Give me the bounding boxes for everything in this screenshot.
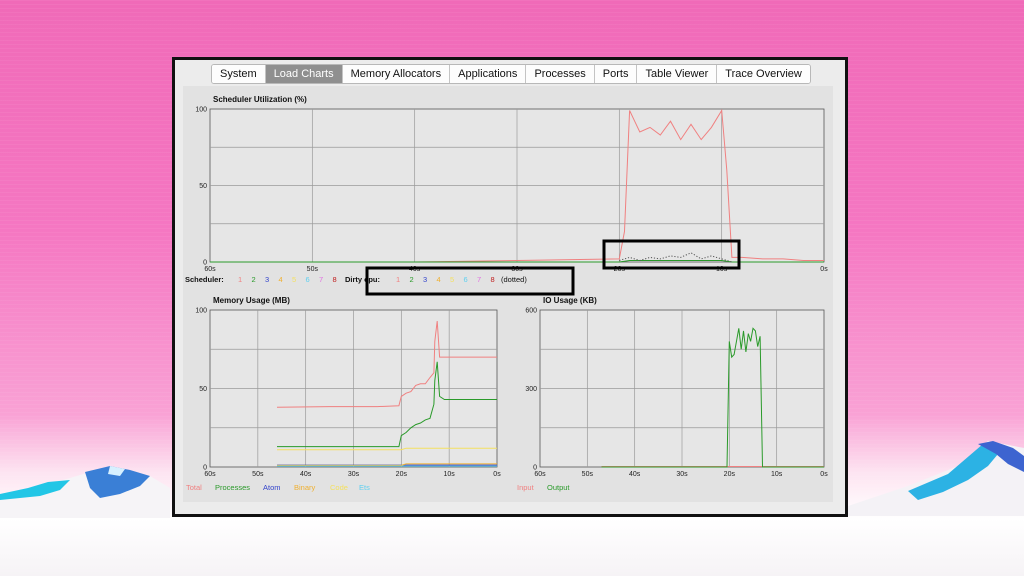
tab-system[interactable]: System <box>212 65 266 83</box>
tab-bar: System Load Charts Memory Allocators Applic… <box>211 64 811 84</box>
io-xtick-label: 60s <box>534 471 546 478</box>
io-chart-title: IO Usage (KB) <box>543 296 597 305</box>
scheduler-xtick-label: 60s <box>204 266 216 273</box>
io-xtick-label: 40s <box>629 471 641 478</box>
io-xtick-label: 30s <box>676 471 688 478</box>
memory-xtick-label: 10s <box>444 471 456 478</box>
tab-table-viewer[interactable]: Table Viewer <box>637 65 718 83</box>
dirty-cpu-legend-item: 5 <box>450 275 454 284</box>
io-xtick-label: 0s <box>820 471 828 478</box>
charts-canvas: Scheduler Utilization (%)60s 50s 40s 30s 20s… <box>185 95 828 492</box>
tab-trace-overview[interactable]: Trace Overview <box>717 65 810 83</box>
memory-xtick-label: 0s <box>493 471 501 478</box>
scheduler-legend-item: 1 <box>238 275 242 284</box>
memory-ytick-label: 50 <box>199 386 207 393</box>
scheduler-legend-item: 3 <box>265 275 269 284</box>
tab-load-charts[interactable]: Load Charts <box>265 65 343 83</box>
io-ytick-label: 600 <box>525 308 537 315</box>
memory-chart-title: Memory Usage (MB) <box>213 296 290 305</box>
scheduler-legend-item: 8 <box>333 275 337 284</box>
scheduler-ytick-label: 50 <box>199 183 207 190</box>
memory-legend-item-total: Total <box>186 483 202 492</box>
dirty-cpu-legend-label: Dirty cpu: <box>345 275 380 284</box>
memory-ytick-label: 100 <box>195 308 207 315</box>
io-xtick-label: 20s <box>724 471 736 478</box>
scheduler-chart-title: Scheduler Utilization (%) <box>213 95 307 104</box>
memory-legend-item-code: Code <box>330 483 348 492</box>
memory-legend-item-ets: Ets <box>359 483 370 492</box>
memory-xtick-label: 60s <box>204 471 216 478</box>
observer-window: System Load Charts Memory Allocators Applic… <box>172 57 848 517</box>
dirty-cpu-legend-item: 1 <box>396 275 400 284</box>
dirty-cpu-legend-item: 8 <box>491 275 495 284</box>
memory-legend-item-binary: Binary <box>294 483 316 492</box>
tab-processes[interactable]: Processes <box>526 65 595 83</box>
memory-ytick-label: 0 <box>203 465 207 472</box>
scheduler-legend-item: 2 <box>252 275 256 284</box>
io-xtick-label: 10s <box>771 471 783 478</box>
tab-memory-allocators[interactable]: Memory Allocators <box>342 65 451 83</box>
dirty-cpu-legend-suffix: (dotted) <box>501 275 527 284</box>
scheduler-ytick-label: 0 <box>203 260 207 267</box>
io-ytick-label: 300 <box>525 386 537 393</box>
memory-xtick-label: 20s <box>396 471 408 478</box>
scheduler-legend-item: 4 <box>279 275 283 284</box>
left-mountain-decoration <box>0 466 170 518</box>
scheduler-ytick-label: 100 <box>195 107 207 114</box>
load-charts-panel: Scheduler Utilization (%) 60s 50s 40s 30s 20s… <box>183 86 833 502</box>
tab-applications[interactable]: Applications <box>450 65 527 83</box>
dirty-cpu-legend-item: 4 <box>437 275 441 284</box>
dirty-cpu-legend-item: 6 <box>464 275 468 284</box>
scheduler-legend-item: 6 <box>306 275 310 284</box>
dirty-cpu-legend-item: 7 <box>477 275 481 284</box>
right-mountain-decoration <box>848 441 1024 516</box>
memory-legend-item-processes: Processes <box>215 483 250 492</box>
memory-xtick-label: 30s <box>348 471 360 478</box>
scheduler-legend-item: 5 <box>292 275 296 284</box>
scheduler-legend-label: Scheduler: <box>185 275 224 284</box>
scheduler-xtick-label: 50s <box>307 266 319 273</box>
tab-ports[interactable]: Ports <box>594 65 638 83</box>
scheduler-xtick-label: 0s <box>820 266 828 273</box>
io-ytick-label: 0 <box>533 465 537 472</box>
memory-legend-item-atom: Atom <box>263 483 281 492</box>
memory-xtick-label: 40s <box>300 471 312 478</box>
memory-xtick-label: 50s <box>252 471 264 478</box>
io-xtick-label: 50s <box>582 471 594 478</box>
dirty-cpu-legend-item: 3 <box>423 275 427 284</box>
io-legend-item-output: Output <box>547 483 570 492</box>
dirty-cpu-legend-item: 2 <box>410 275 414 284</box>
io-legend-item-input: Input <box>517 483 535 492</box>
scheduler-legend-item: 7 <box>319 275 323 284</box>
